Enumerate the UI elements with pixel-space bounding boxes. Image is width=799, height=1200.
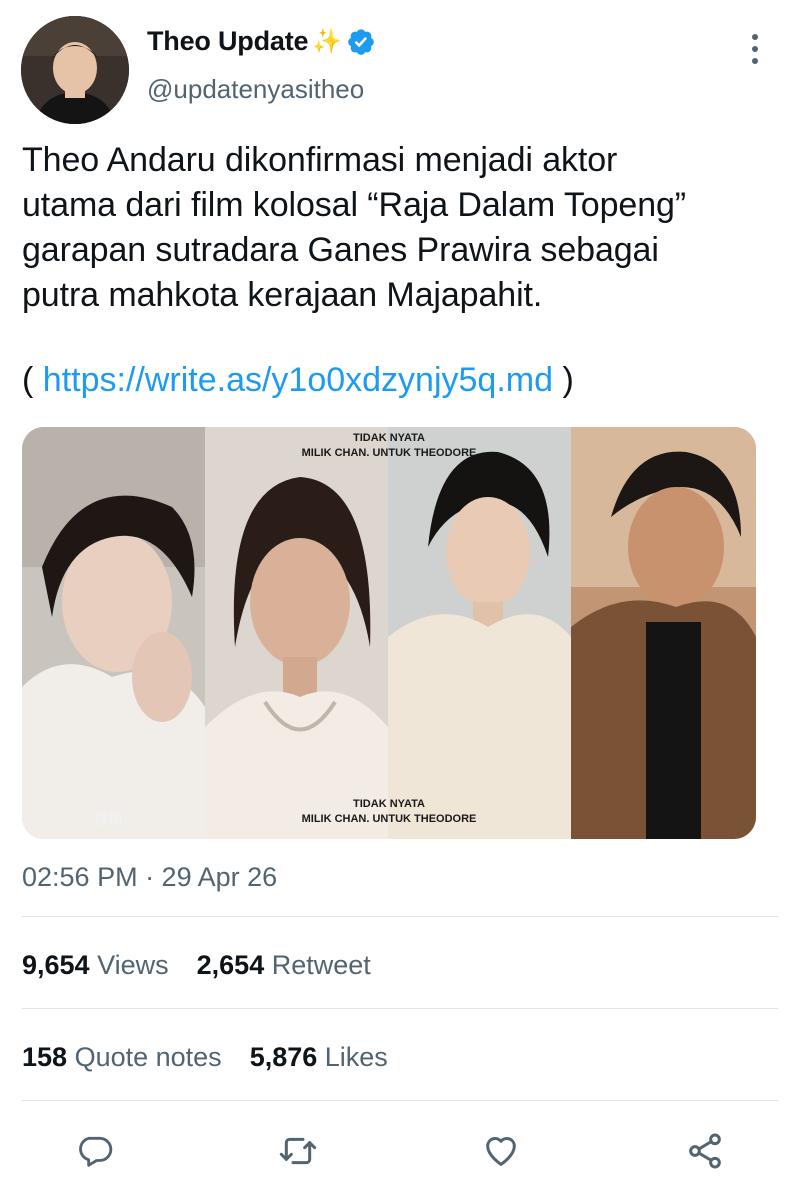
tweet-text-line: garapan sutradara Ganes Prawira sebagai [22, 231, 659, 269]
display-name[interactable]: Theo Update [147, 26, 309, 57]
views-stat[interactable]: 9,654 Views [22, 950, 169, 981]
retweet-label: Retweet [271, 950, 371, 980]
media-photo-4[interactable] [571, 427, 756, 839]
tweet-text-line: Theo Andaru dikonfirmasi menjadi aktor [22, 141, 618, 179]
verified-icon [348, 28, 375, 55]
reply-icon[interactable] [72, 1128, 118, 1174]
divider [22, 1100, 778, 1101]
retweet-count: 2,654 [196, 950, 265, 980]
link-close-paren: ) [553, 361, 574, 399]
tweet-link[interactable]: https://write.as/y1o0xdzynjy5q.md [43, 361, 553, 399]
watermark-bottom: TIDAK NYATA MILIK CHAN. UNTUK THEODORE [22, 797, 756, 827]
like-icon[interactable] [478, 1128, 524, 1174]
more-icon[interactable] [740, 34, 770, 68]
divider [22, 916, 778, 917]
quote-stat[interactable]: 158 Quote notes [22, 1042, 222, 1073]
tweet-timestamp[interactable]: 02:56 PM · 29 Apr 26 [22, 862, 277, 893]
watermark-top: TIDAK NYATA MILIK CHAN. UNTUK THEODORE [22, 431, 756, 461]
user-handle[interactable]: @updatenyasitheo [147, 74, 364, 105]
quote-count: 158 [22, 1042, 68, 1072]
quote-label: Quote notes [74, 1042, 222, 1072]
name-row: Theo Update ✨ [147, 26, 376, 57]
tweet-header: Theo Update ✨ @updatenyasitheo [0, 0, 799, 130]
likes-stat[interactable]: 5,876 Likes [250, 1042, 388, 1073]
divider [22, 1008, 778, 1009]
link-line: ( https://write.as/y1o0xdzynjy5q.md ) [22, 358, 574, 403]
likes-label: Likes [324, 1042, 388, 1072]
link-open-paren: ( [22, 361, 43, 399]
watermark-top-line2: MILIK CHAN. UNTUK THEODORE [301, 447, 477, 459]
views-count: 9,654 [22, 950, 90, 980]
media-photo-2[interactable] [205, 427, 388, 839]
sparkle-emoji: ✨ [312, 27, 343, 55]
stats-row-1: 9,654 Views 2,654 Retweet [22, 950, 371, 981]
tweet-text-line: putra mahkota kerajaan Majapahit. [22, 276, 543, 314]
watermark-top-line1: TIDAK NYATA [353, 432, 425, 444]
action-bar [0, 1128, 799, 1176]
watermark-bottom-line1: TIDAK NYATA [353, 798, 425, 810]
share-icon[interactable] [682, 1128, 728, 1174]
media-photo-3[interactable] [388, 427, 571, 839]
views-label: Views [97, 950, 169, 980]
media-photo-1[interactable]: 格调 [22, 427, 205, 839]
retweet-icon[interactable] [275, 1128, 321, 1174]
watermark-bottom-line2: MILIK CHAN. UNTUK THEODORE [301, 813, 477, 825]
avatar[interactable] [21, 16, 129, 124]
tweet-media[interactable]: 格调 TIDAK NYATA MILIK CHAN. UNTUK THEODOR… [22, 427, 756, 839]
likes-count: 5,876 [249, 1042, 318, 1072]
retweet-stat[interactable]: 2,654 Retweet [197, 950, 371, 981]
stats-row-2: 158 Quote notes 5,876 Likes [22, 1042, 388, 1073]
tweet-text-line: utama dari film kolosal “Raja Dalam Tope… [22, 186, 687, 224]
tweet-text: Theo Andaru dikonfirmasi menjadi aktor u… [22, 138, 782, 318]
